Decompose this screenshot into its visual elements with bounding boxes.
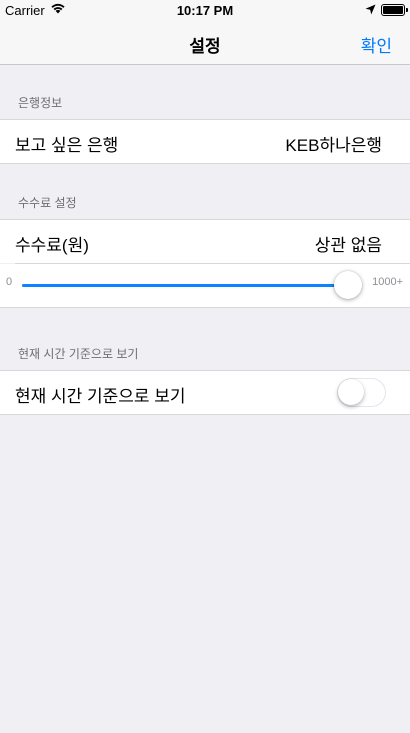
fee-row-label: 수수료(원)	[15, 236, 89, 255]
toggle-knob	[338, 379, 364, 405]
current-time-toggle[interactable]	[337, 378, 386, 407]
time-row: 현재 시간 기준으로 보기	[0, 371, 410, 414]
section-header-time: 현재 시간 기준으로 보기	[0, 308, 410, 370]
time-row-label: 현재 시간 기준으로 보기	[15, 387, 186, 406]
clock: 10:17 PM	[176, 3, 234, 18]
fee-slider[interactable]	[22, 284, 348, 287]
section-header-bank: 은행정보	[0, 65, 410, 119]
confirm-button[interactable]: 확인	[361, 32, 392, 57]
fee-slider-row: 0 1000+	[0, 264, 410, 307]
fee-row: 수수료(원) 상관 없음	[0, 220, 410, 263]
battery-icon	[381, 4, 408, 16]
section-header-time-label: 현재 시간 기준으로 보기	[18, 347, 139, 361]
bank-row-value: KEB하나은행	[285, 136, 382, 155]
section-header-bank-label: 은행정보	[18, 96, 63, 110]
slider-min-label: 0	[6, 276, 13, 288]
section-header-fee: 수수료 설정	[0, 164, 410, 219]
status-bar: Carrier 10:17 PM	[0, 0, 410, 20]
slider-max-label: 1000+	[372, 276, 403, 288]
page-title: 설정	[189, 37, 221, 56]
section-header-fee-label: 수수료 설정	[18, 196, 77, 210]
navigation-bar: 설정 확인	[0, 20, 410, 65]
divider	[0, 414, 410, 415]
location-arrow-icon	[365, 3, 376, 18]
bank-row-label: 보고 싶은 은행	[15, 136, 119, 155]
fee-row-value: 상관 없음	[314, 236, 382, 255]
bank-row[interactable]: 보고 싶은 은행 KEB하나은행	[0, 120, 410, 163]
slider-fill	[22, 284, 348, 287]
slider-thumb[interactable]	[334, 271, 362, 299]
